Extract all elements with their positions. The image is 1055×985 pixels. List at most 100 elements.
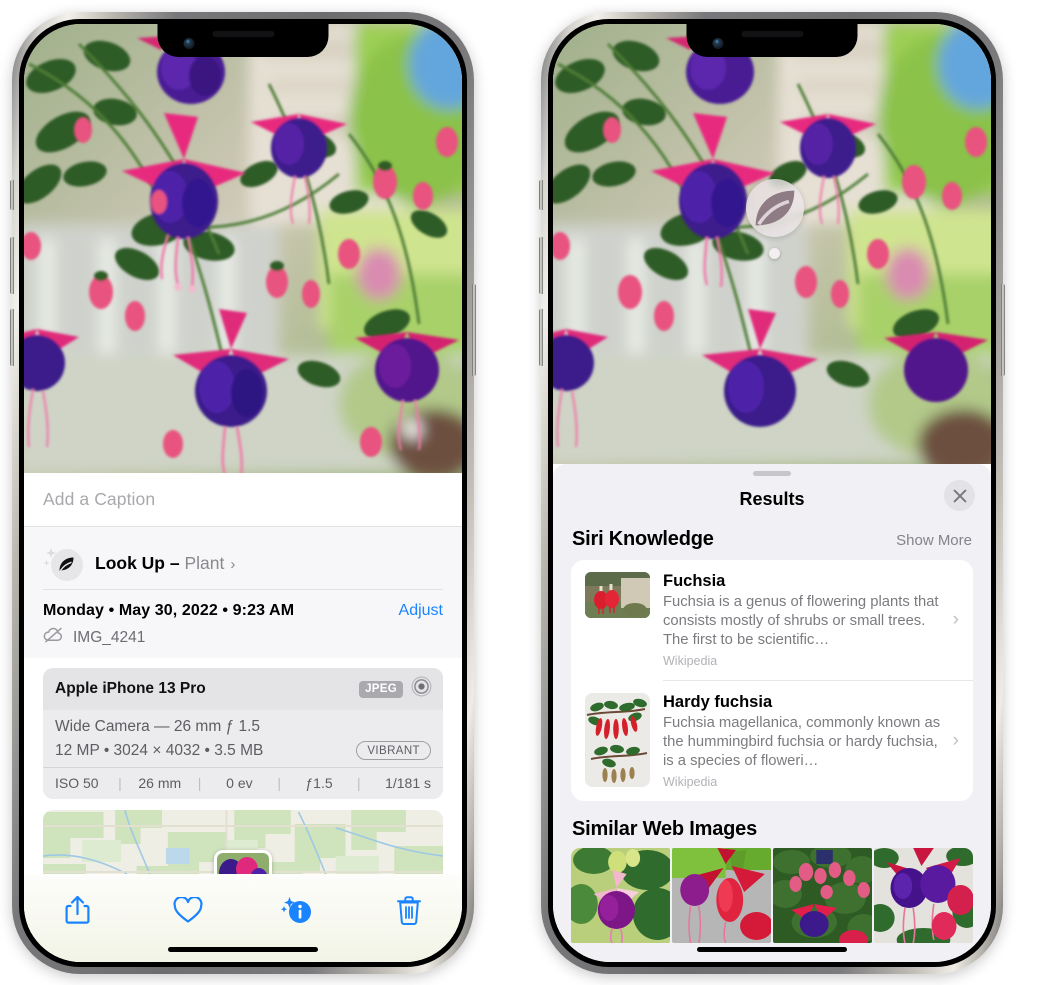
home-indicator-left[interactable]	[168, 946, 318, 952]
front-camera-icon	[183, 38, 195, 49]
photo-viewer[interactable]	[553, 24, 991, 464]
fuchsia-bush-thumb[interactable]	[773, 848, 872, 943]
chevron-right-icon: ›	[230, 555, 236, 573]
knowledge-text: Hardy fuchsia Fuchsia magellanica, commo…	[650, 693, 953, 789]
camera-details-card[interactable]: Apple iPhone 13 Pro JPEG Wide Camera — 2…	[43, 668, 443, 799]
camera-model: Apple iPhone 13 Pro	[55, 680, 206, 697]
knowledge-description: Fuchsia magellanica, commonly known as t…	[663, 715, 941, 769]
look-up-block: Look Up – Plant ›	[24, 527, 462, 590]
fuchsia-photo	[553, 24, 991, 464]
photo-viewer[interactable]	[24, 24, 462, 473]
mute-switch[interactable]	[10, 180, 14, 210]
visual-lookup-anchor-dot	[769, 248, 780, 259]
screen-left: Add a Caption Look Up – Plant › Monday •…	[24, 24, 462, 962]
list-item[interactable]: Hardy fuchsia Fuchsia magellanica, commo…	[571, 681, 973, 801]
share-button[interactable]	[54, 888, 100, 932]
trash-icon	[396, 895, 421, 925]
section-title: Siri Knowledge	[572, 528, 714, 550]
phone-bezel-left: Add a Caption Look Up – Plant › Monday •…	[19, 19, 467, 967]
fuchsia-red-closeup-thumb[interactable]	[672, 848, 771, 943]
visual-lookup-badge[interactable]	[746, 179, 804, 237]
earpiece-speaker-icon	[741, 31, 803, 37]
power-button[interactable]	[472, 284, 476, 376]
heart-icon	[173, 896, 203, 923]
favorite-button[interactable]	[165, 888, 211, 932]
exif-row: ISO 50 | 26 mm | 0 ev | ƒ1.5 | 1/181 s	[43, 767, 443, 799]
home-indicator-right[interactable]	[697, 946, 847, 952]
knowledge-source: Wikipedia	[663, 775, 718, 789]
caption-placeholder: Add a Caption	[43, 489, 156, 509]
look-up-dash: –	[165, 552, 185, 573]
volume-up-button[interactable]	[539, 237, 543, 294]
look-up-subject: Plant	[184, 552, 225, 573]
adjust-button[interactable]: Adjust	[399, 602, 443, 620]
cloud-slash-icon	[43, 627, 64, 648]
share-icon	[65, 895, 89, 924]
exif-exposure: 0 ev	[226, 775, 253, 791]
fuchsia-white-purple-thumb[interactable]	[571, 848, 670, 943]
chevron-right-icon: ›	[952, 609, 959, 630]
format-badge: JPEG	[359, 680, 403, 698]
knowledge-description: Fuchsia is a genus of flowering plants t…	[663, 594, 939, 648]
iphone-left: Add a Caption Look Up – Plant › Monday •…	[10, 12, 476, 974]
results-sheet: Results Siri Knowledge Show More Fuchsia…	[553, 464, 991, 962]
lens-info: Wide Camera — 26 mm ƒ 1.5	[55, 718, 261, 735]
iphone-right: Results Siri Knowledge Show More Fuchsia…	[539, 12, 1005, 974]
metadata-block: Monday • May 30, 2022 • 9:23 AM Adjust I…	[24, 590, 462, 658]
leaf-sparkle-icon	[43, 543, 87, 583]
exif-focal: 26 mm	[138, 775, 182, 791]
similar-web-images-strip[interactable]	[553, 848, 991, 943]
volume-down-button[interactable]	[10, 309, 14, 366]
exif-sep: |	[118, 775, 122, 791]
knowledge-text: Fuchsia Fuchsia is a genus of flowering …	[650, 572, 953, 668]
notch-right	[686, 24, 858, 57]
list-item[interactable]: Fuchsia Fuchsia is a genus of flowering …	[571, 560, 973, 680]
exif-aperture: ƒ1.5	[305, 775, 333, 791]
section-title: Similar Web Images	[572, 818, 757, 840]
photo-date: Monday • May 30, 2022 • 9:23 AM	[43, 602, 295, 619]
close-button[interactable]	[944, 480, 975, 511]
notch-left	[157, 24, 329, 57]
file-name: IMG_4241	[73, 628, 146, 646]
screenshot-stage: Add a Caption Look Up – Plant › Monday •…	[0, 0, 1055, 985]
resolution-info: 12 MP • 3024 × 4032 • 3.5 MB	[55, 741, 264, 759]
siri-knowledge-card: Fuchsia Fuchsia is a genus of flowering …	[571, 560, 973, 801]
close-icon	[953, 489, 966, 502]
caption-row[interactable]: Add a Caption	[24, 473, 462, 527]
volume-down-button[interactable]	[539, 309, 543, 366]
similar-web-images-header: Similar Web Images	[553, 801, 991, 848]
exif-iso: ISO 50	[55, 775, 99, 791]
front-camera-icon	[712, 38, 724, 49]
earpiece-speaker-icon	[212, 31, 274, 37]
info-sparkle-icon	[281, 897, 312, 923]
exif-sep: |	[197, 775, 202, 791]
leaf-icon	[755, 190, 795, 226]
siri-knowledge-header: Siri Knowledge Show More	[553, 522, 991, 560]
results-header: Results	[553, 476, 991, 522]
fuchsia-purple-red-thumb[interactable]	[874, 848, 973, 943]
chevron-right-icon: ›	[952, 730, 959, 751]
exif-sep: |	[277, 775, 282, 791]
photo-style-badge: VIBRANT	[356, 741, 431, 760]
mute-switch[interactable]	[539, 180, 543, 210]
phone-bezel-right: Results Siri Knowledge Show More Fuchsia…	[548, 19, 996, 967]
knowledge-source: Wikipedia	[663, 654, 718, 668]
volume-up-button[interactable]	[10, 237, 14, 294]
info-button[interactable]	[275, 888, 321, 932]
look-up-label: Look Up – Plant ›	[95, 553, 235, 574]
sheet-title: Results	[739, 488, 805, 509]
knowledge-title: Hardy fuchsia	[663, 693, 773, 711]
fuchsia-red-flowers-thumb	[585, 572, 650, 618]
hardy-fuchsia-specimen-thumb	[585, 693, 650, 787]
show-more-button[interactable]: Show More	[896, 532, 972, 549]
knowledge-title: Fuchsia	[663, 572, 726, 590]
fuchsia-photo	[24, 24, 462, 473]
exif-shutter: 1/181 s	[385, 775, 432, 791]
power-button[interactable]	[1001, 284, 1005, 376]
look-up-title: Look Up	[95, 552, 165, 573]
concentric-circle-icon	[411, 676, 432, 702]
delete-button[interactable]	[386, 888, 432, 932]
screen-right: Results Siri Knowledge Show More Fuchsia…	[553, 24, 991, 962]
look-up-row[interactable]: Look Up – Plant ›	[43, 537, 443, 589]
exif-sep: |	[357, 775, 361, 791]
